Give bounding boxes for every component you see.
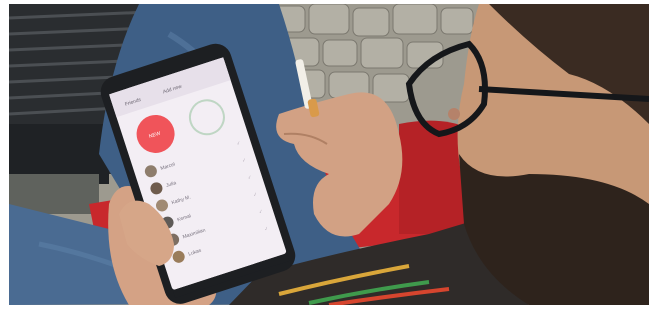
photo: Friends Add new NEW Marcel ✓ Julia ✓ Kat…	[9, 4, 649, 305]
